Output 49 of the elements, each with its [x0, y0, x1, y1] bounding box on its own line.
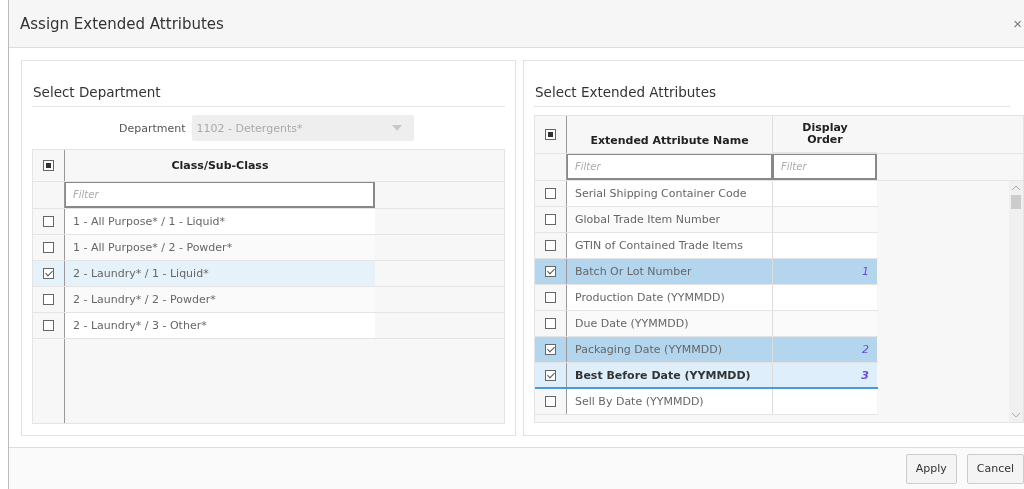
- table-cell[interactable]: Sell By Date (YYMMDD): [567, 389, 773, 414]
- dialog-title: Assign Extended Attributes: [20, 14, 224, 33]
- select-all-checkbox[interactable]: [545, 129, 556, 140]
- table-cell[interactable]: [773, 389, 877, 414]
- filter-field[interactable]: Filter: [773, 154, 877, 180]
- row-checkbox[interactable]: [43, 320, 54, 331]
- select-all-checkbox[interactable]: [43, 160, 54, 171]
- row-checkbox[interactable]: [545, 240, 556, 251]
- column-header[interactable]: Extended Attribute Name: [567, 116, 773, 153]
- table-cell[interactable]: Serial Shipping Container Code: [567, 181, 773, 206]
- table-cell[interactable]: GTIN of Contained Trade Items: [567, 233, 773, 258]
- row-checkbox[interactable]: [545, 188, 556, 199]
- row-checkbox[interactable]: [545, 369, 556, 381]
- table-cell[interactable]: Packaging Date (YYMMDD): [567, 337, 773, 362]
- close-button[interactable]: ×: [1011, 15, 1024, 32]
- table-cell[interactable]: 2: [773, 337, 877, 362]
- row-checkbox[interactable]: [545, 214, 556, 225]
- apply-button[interactable]: Apply: [905, 453, 957, 484]
- row-checkbox[interactable]: [545, 318, 556, 329]
- scrollbar[interactable]: [1009, 181, 1023, 422]
- filter-field[interactable]: Filter: [65, 182, 375, 208]
- table-cell[interactable]: [773, 233, 877, 258]
- filter-field[interactable]: Filter: [567, 154, 773, 180]
- column-header[interactable]: Class/Sub-Class: [65, 150, 375, 181]
- caret-icon: [391, 125, 402, 131]
- table-cell[interactable]: [773, 181, 877, 206]
- row-checkbox[interactable]: [545, 292, 556, 303]
- field-label: Department: [119, 121, 186, 135]
- scrollbar-thumb[interactable]: [1011, 195, 1021, 209]
- table-cell[interactable]: 2 - Laundry* / 3 - Other*: [65, 313, 375, 338]
- row-checkbox[interactable]: [43, 242, 54, 253]
- row-checkbox[interactable]: [43, 268, 54, 279]
- table-cell[interactable]: 1 - All Purpose* / 1 - Liquid*: [65, 209, 375, 234]
- table-cell[interactable]: Production Date (YYMMDD): [567, 285, 773, 310]
- table-cell[interactable]: 1: [773, 259, 877, 284]
- row-checkbox[interactable]: [545, 266, 556, 277]
- row-checkbox[interactable]: [545, 344, 556, 355]
- row-checkbox[interactable]: [43, 294, 54, 305]
- section-title: Select Department: [32, 61, 505, 107]
- table-cell[interactable]: Best Before Date (YYMMDD): [567, 363, 773, 387]
- cancel-button[interactable]: Cancel: [966, 453, 1024, 484]
- row-checkbox[interactable]: [545, 396, 556, 407]
- row-checkbox[interactable]: [43, 216, 54, 227]
- table-cell[interactable]: 3: [773, 363, 877, 387]
- column-header[interactable]: Display Order: [773, 116, 877, 153]
- table-cell[interactable]: [773, 285, 877, 310]
- table-cell[interactable]: Batch Or Lot Number: [567, 259, 773, 284]
- section-title: Select Extended Attributes: [534, 61, 1010, 107]
- table-cell[interactable]: 2 - Laundry* / 1 - Liquid*: [65, 261, 375, 286]
